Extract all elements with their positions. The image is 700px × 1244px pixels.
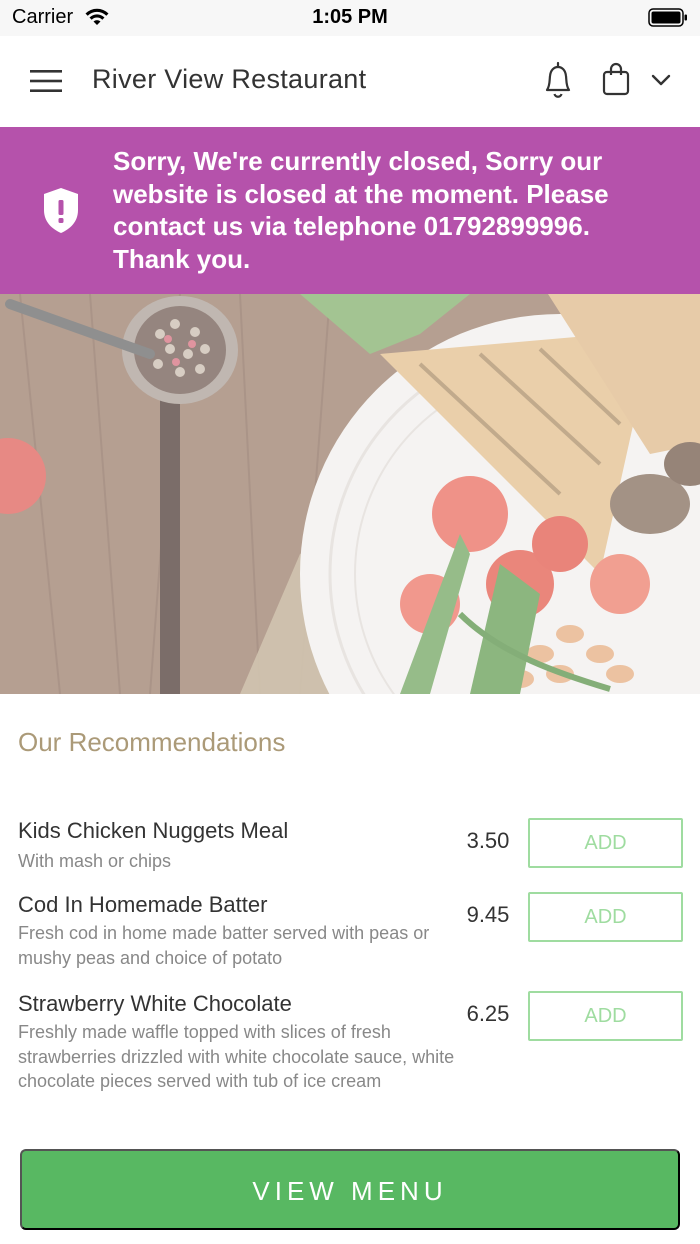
app-header: River View Restaurant bbox=[0, 36, 700, 127]
item-name: Cod In Homemade Batter bbox=[18, 892, 268, 917]
item-price: 6.25 bbox=[466, 1001, 510, 1026]
add-to-cart-button[interactable]: ADD bbox=[528, 991, 683, 1041]
chevron-down-icon[interactable] bbox=[650, 72, 672, 88]
bell-icon[interactable] bbox=[541, 60, 575, 100]
view-menu-button[interactable]: VIEW MENU bbox=[20, 1149, 680, 1230]
battery-icon bbox=[648, 8, 687, 27]
status-bar: Carrier 1:05 PM bbox=[0, 0, 700, 36]
closed-notice-text: Sorry, We're currently closed, Sorry our… bbox=[113, 146, 609, 274]
item-description: With mash or chips bbox=[18, 851, 172, 871]
item-name: Strawberry White Chocolate bbox=[18, 991, 292, 1016]
shopping-bag-icon[interactable] bbox=[602, 62, 630, 96]
item-description: Fresh cod in home made batter served wit… bbox=[18, 923, 430, 968]
hero-food-image bbox=[0, 294, 700, 694]
item-description: Freshly made waffle topped with slices o… bbox=[18, 1022, 455, 1092]
item-price: 3.50 bbox=[466, 828, 510, 853]
item-name: Kids Chicken Nuggets Meal bbox=[18, 818, 289, 843]
closed-notice-banner: Sorry, We're currently closed, Sorry our… bbox=[0, 127, 700, 294]
page-title: River View Restaurant bbox=[92, 64, 367, 94]
recommendations-heading: Our Recommendations bbox=[18, 727, 286, 757]
item-price: 9.45 bbox=[466, 902, 510, 927]
add-to-cart-button[interactable]: ADD bbox=[528, 818, 683, 868]
status-time: 1:05 PM bbox=[312, 6, 388, 28]
shield-alert-icon bbox=[44, 188, 78, 233]
add-to-cart-button[interactable]: ADD bbox=[528, 892, 683, 942]
hamburger-menu-icon[interactable] bbox=[30, 70, 62, 92]
